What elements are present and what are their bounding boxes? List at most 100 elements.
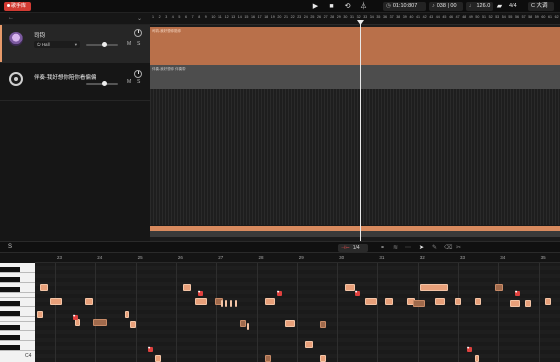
time-signature[interactable]: 4/4: [506, 2, 524, 11]
note[interactable]: [75, 319, 80, 326]
parameter-icon[interactable]: ≋: [393, 244, 398, 251]
note[interactable]: [130, 321, 136, 328]
tempo-display[interactable]: ♩ 126.0: [466, 2, 493, 11]
note[interactable]: [365, 298, 377, 305]
note[interactable]: [320, 321, 326, 328]
eraser-tool-icon[interactable]: ⌫: [444, 244, 452, 251]
note[interactable]: [155, 355, 161, 362]
pan-knob[interactable]: [134, 70, 142, 78]
note[interactable]: [525, 300, 531, 307]
breath-marker-icon[interactable]: [355, 289, 360, 296]
note[interactable]: [475, 298, 481, 305]
ruler-mark: 30: [343, 15, 348, 19]
note[interactable]: [320, 355, 326, 362]
time-value: 01:10:807: [392, 3, 418, 9]
cut-tool-icon[interactable]: ✂: [456, 244, 461, 251]
mute-button[interactable]: M: [127, 79, 131, 85]
timeline-ruler[interactable]: 1 2 3 4 5 6 7 8 9 10 11 12 13 14 15 16 17 18 19 20 21 22 23 24 2…: [150, 13, 560, 25]
bar-line: [216, 263, 218, 362]
bar-line: [256, 263, 258, 362]
tempo-value: 126.0: [476, 3, 491, 9]
note[interactable]: [495, 284, 503, 291]
note[interactable]: [125, 311, 129, 318]
loop-icon[interactable]: ⟲: [343, 2, 352, 11]
note[interactable]: [183, 284, 191, 291]
playhead[interactable]: [360, 21, 361, 241]
quantize-select[interactable]: ⊣⊢ 1/4: [338, 244, 368, 252]
solo-button[interactable]: S: [137, 79, 140, 85]
voice-select[interactable]: ⏻ Hall ▾: [34, 41, 80, 48]
play-icon[interactable]: ▶: [311, 2, 320, 11]
speaker-icon[interactable]: ▰: [495, 2, 504, 11]
waveform-area[interactable]: [150, 89, 560, 225]
note[interactable]: [475, 355, 479, 362]
note-grid[interactable]: [35, 263, 560, 362]
note[interactable]: [413, 300, 425, 307]
stop-icon[interactable]: ■: [327, 2, 336, 11]
arrow-left-icon[interactable]: ←: [8, 15, 14, 21]
mute-button[interactable]: M: [127, 41, 131, 47]
note[interactable]: [235, 300, 237, 307]
key-selector[interactable]: C 大调: [528, 2, 554, 11]
white-key-divider: [0, 297, 35, 298]
track-vocal[interactable]: 司钧 ⏻ Hall ▾ M S: [0, 25, 150, 63]
note[interactable]: [510, 300, 520, 307]
singer-library-button[interactable]: 歌手库: [4, 2, 31, 11]
white-key-divider: [0, 330, 35, 331]
note[interactable]: [50, 298, 62, 305]
ruler-mark: 41: [416, 15, 420, 19]
grid-icon[interactable]: ⋯: [405, 244, 411, 251]
track-accompaniment[interactable]: 伴奏-我好想你陪你看偏偏 M S: [0, 63, 150, 101]
note[interactable]: [435, 298, 445, 305]
note[interactable]: [85, 298, 93, 305]
accompaniment-clip[interactable]: 伴奏-我好想你 伴奏带: [150, 65, 560, 89]
pencil-tool-icon[interactable]: ✎: [432, 244, 437, 251]
breath-marker-icon[interactable]: [73, 313, 78, 320]
note[interactable]: [195, 298, 207, 305]
note[interactable]: [247, 323, 249, 330]
volume-slider[interactable]: [86, 42, 118, 47]
note[interactable]: [455, 298, 461, 305]
bar-number: 25: [137, 255, 143, 260]
beat-display[interactable]: ♪ 038 | 00: [429, 2, 463, 11]
breath-marker-icon[interactable]: [198, 289, 203, 296]
solo-button[interactable]: S: [137, 41, 140, 47]
piano-keyboard[interactable]: C4: [0, 263, 35, 362]
note[interactable]: [385, 298, 393, 305]
volume-handle[interactable]: [102, 81, 107, 86]
link-icon[interactable]: ⚭: [380, 244, 385, 251]
note[interactable]: [265, 355, 271, 362]
breath-marker-icon[interactable]: [515, 289, 520, 296]
note[interactable]: [545, 298, 551, 305]
piano-roll-ruler[interactable]: 23 24 25 26 27 28 29 30 31 32 33 34 35: [35, 253, 560, 263]
metronome-icon[interactable]: ⏃: [359, 2, 368, 11]
breath-marker-icon[interactable]: [277, 289, 282, 296]
pan-knob[interactable]: [134, 29, 142, 37]
breath-marker-icon[interactable]: [148, 345, 153, 352]
note[interactable]: [305, 341, 313, 348]
arrangement-view[interactable]: 1 2 3 4 5 6 7 8 9 10 11 12 13 14 15 16 17 18 19 20 21 22 23 24 2…: [150, 13, 560, 241]
note[interactable]: [230, 300, 232, 307]
ruler-mark: 58: [528, 15, 533, 19]
time-display[interactable]: ◷ 01:10:807: [383, 2, 426, 11]
collapse-icon[interactable]: ⌄: [137, 15, 142, 22]
note[interactable]: [221, 300, 223, 307]
bar-line: [175, 263, 177, 362]
horizontal-scrollbar[interactable]: [150, 231, 560, 237]
ruler-mark: 5: [178, 15, 181, 19]
note[interactable]: [37, 311, 43, 318]
note[interactable]: [420, 284, 448, 291]
vocal-clip[interactable]: 司钧-我好想你陪你: [150, 27, 560, 65]
note[interactable]: [225, 300, 227, 307]
volume-slider[interactable]: [86, 81, 118, 86]
pointer-tool-icon[interactable]: ➤: [419, 244, 424, 251]
note[interactable]: [93, 319, 107, 326]
note[interactable]: [345, 284, 355, 291]
breath-marker-icon[interactable]: [467, 345, 472, 352]
volume-handle[interactable]: [102, 42, 107, 47]
note[interactable]: [40, 284, 48, 291]
note[interactable]: [240, 320, 246, 327]
note[interactable]: [265, 298, 275, 305]
note[interactable]: [285, 320, 295, 327]
ruler-mark: 9: [204, 15, 207, 19]
